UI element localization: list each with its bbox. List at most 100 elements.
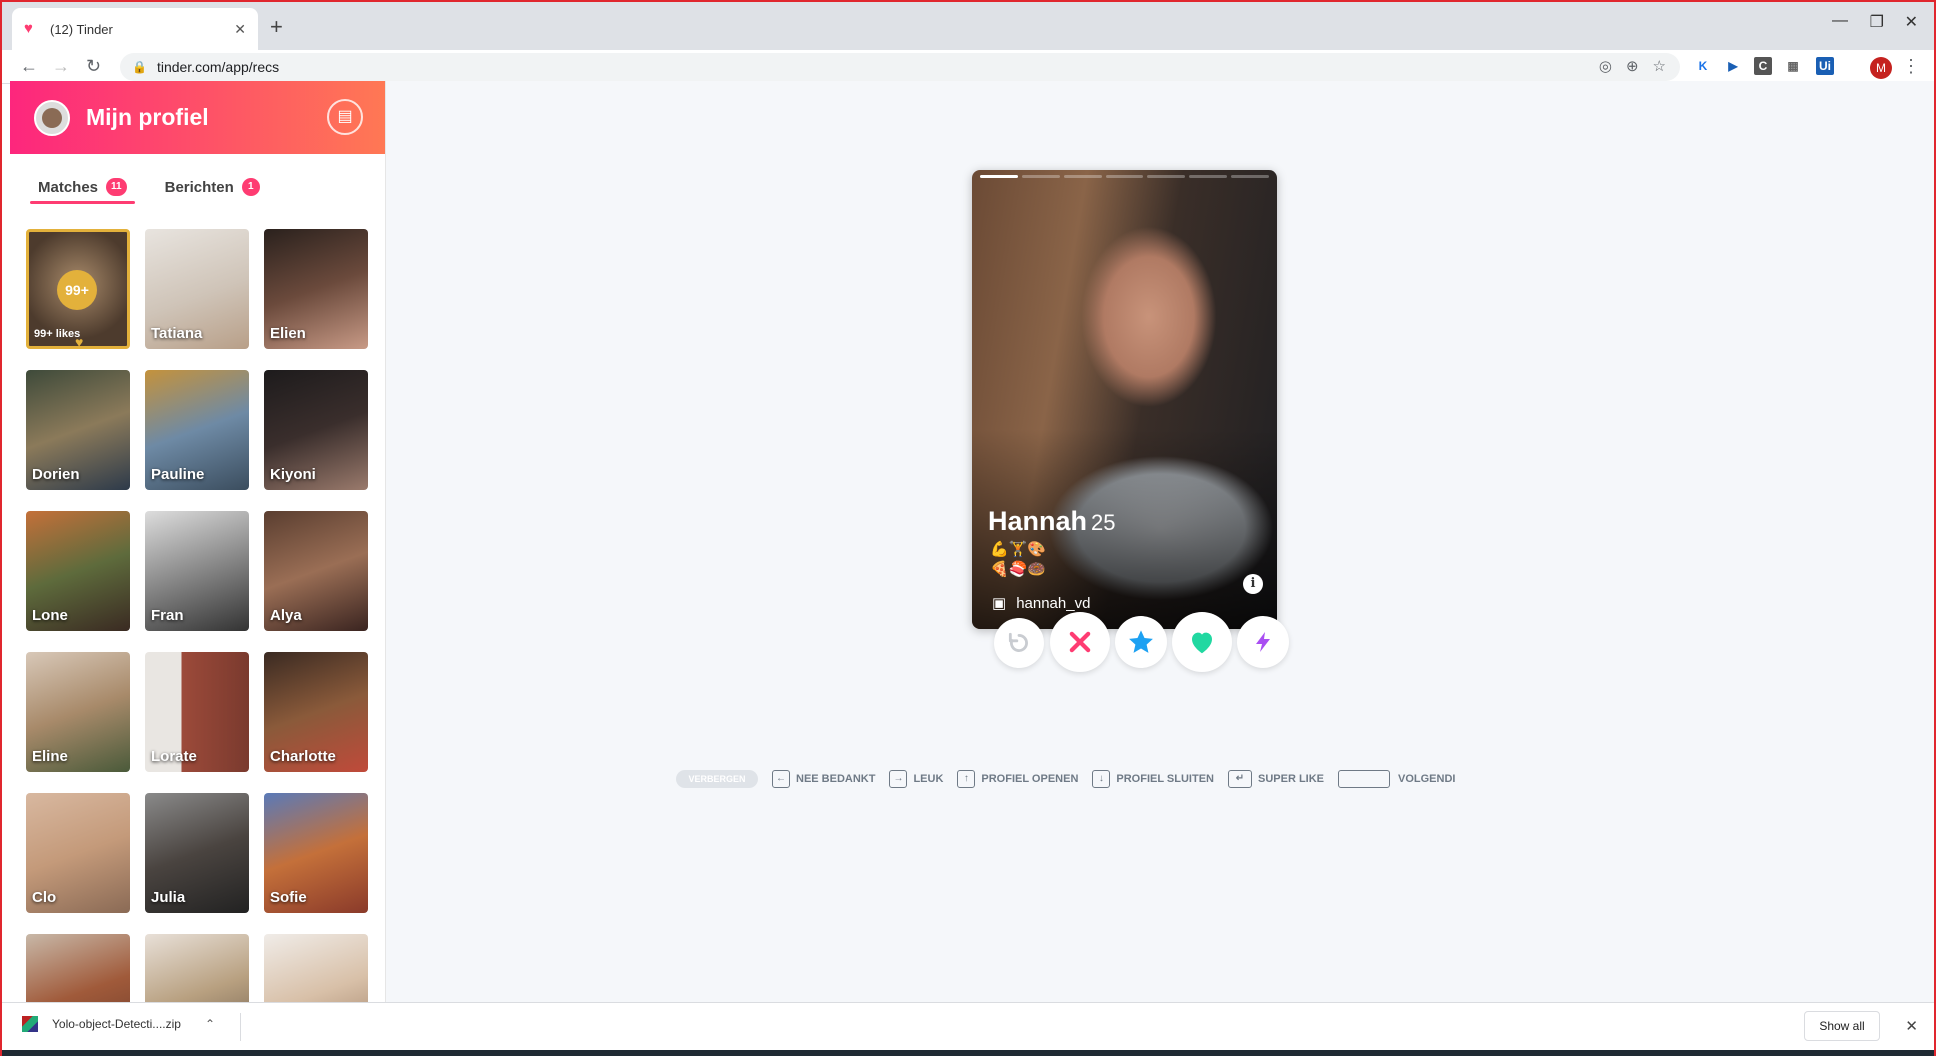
extension-play-icon[interactable]: ▶ bbox=[1724, 57, 1742, 75]
star-icon bbox=[1129, 630, 1153, 653]
tinder-flame-icon: ♥ bbox=[24, 20, 33, 37]
matches-count-badge: 11 bbox=[106, 178, 127, 196]
match-tile[interactable]: Dorien bbox=[26, 370, 130, 490]
tab-strip: ♥ (12) Tinder ✕ + — ❐ ✕ bbox=[2, 2, 1934, 50]
address-bar[interactable]: 🔒 tinder.com/app/recs ◎ ⊕ ☆ bbox=[120, 53, 1680, 81]
extension-k-icon[interactable]: K bbox=[1694, 57, 1712, 75]
match-tile[interactable]: Elien bbox=[264, 229, 368, 349]
back-icon[interactable]: ← bbox=[20, 56, 38, 77]
match-tile[interactable]: Tatiana bbox=[145, 229, 249, 349]
tab-matches[interactable]: Matches 11 bbox=[30, 178, 135, 204]
match-name: Clo bbox=[32, 889, 57, 906]
match-name: Kiyoni bbox=[270, 466, 316, 483]
shortcut-superlike-label: SUPER LIKE bbox=[1257, 773, 1324, 785]
briefcase-icon[interactable]: ▤ bbox=[327, 99, 363, 135]
match-name: Elien bbox=[270, 325, 306, 342]
match-name: Charlotte bbox=[270, 748, 336, 765]
taskbar bbox=[2, 1050, 1934, 1056]
chevron-up-icon[interactable]: ⌃ bbox=[205, 1017, 215, 1031]
hide-shortcuts-button[interactable]: VERBERGEN bbox=[676, 770, 758, 788]
match-tile[interactable]: Pauline bbox=[145, 370, 249, 490]
match-tile[interactable] bbox=[26, 934, 130, 1003]
match-name: Tatiana bbox=[151, 325, 203, 342]
forward-icon[interactable]: → bbox=[52, 56, 70, 77]
menu-kebab-icon[interactable]: ⋮ bbox=[1902, 56, 1920, 77]
match-tile[interactable]: Charlotte bbox=[264, 652, 368, 772]
cross-icon bbox=[1069, 631, 1091, 653]
profile-title: Mijn profiel bbox=[86, 104, 209, 130]
card-emoji-line-2: 🍕🍣🍩 bbox=[990, 561, 1047, 578]
extension-c-icon[interactable]: C bbox=[1754, 57, 1772, 75]
likes-tile[interactable]: 99+ 99+ likes ♥ bbox=[26, 229, 130, 349]
match-tile[interactable]: Sofie bbox=[264, 793, 368, 913]
card-emoji-line-1: 💪🏋🎨 bbox=[990, 541, 1047, 558]
match-tile[interactable]: Lorate bbox=[145, 652, 249, 772]
match-tile[interactable]: Clo bbox=[26, 793, 130, 913]
match-tile[interactable] bbox=[145, 934, 249, 1003]
match-tile[interactable] bbox=[264, 934, 368, 1003]
extension-grid-icon[interactable]: ▦ bbox=[1784, 57, 1802, 75]
my-avatar[interactable] bbox=[34, 99, 70, 136]
archive-file-icon bbox=[22, 1016, 38, 1032]
arrow-left-key-icon: ← bbox=[772, 770, 790, 788]
close-download-bar-icon[interactable]: ✕ bbox=[1905, 1017, 1918, 1035]
tab-title: (12) Tinder bbox=[50, 21, 113, 37]
card-age: 25 bbox=[1091, 510, 1116, 535]
shortcut-nope-label: NEE BEDANKT bbox=[796, 773, 876, 785]
match-tile[interactable]: Kiyoni bbox=[264, 370, 368, 490]
match-tile[interactable]: Fran bbox=[145, 511, 249, 631]
like-button[interactable] bbox=[1172, 612, 1232, 672]
superlike-button[interactable] bbox=[1115, 616, 1167, 668]
download-filename: Yolo-object-Detecti....zip bbox=[52, 1017, 181, 1031]
match-name: Dorien bbox=[32, 466, 80, 483]
match-tile[interactable]: Eline bbox=[26, 652, 130, 772]
card-name: Hannah 25 bbox=[988, 506, 1116, 537]
browser-window: ♥ (12) Tinder ✕ + — ❐ ✕ ← → ↻ 🔒 tinder.c… bbox=[0, 0, 1936, 1056]
close-tab-icon[interactable]: ✕ bbox=[234, 21, 246, 38]
main-area: Hannah 25 💪🏋🎨 🍕🍣🍩 ▣ hannah_vd i VERBERGE… bbox=[386, 81, 1934, 1003]
new-tab-button[interactable]: + bbox=[270, 14, 283, 40]
keyboard-shortcuts: VERBERGEN ← NEE BEDANKT → LEUK ↑ PROFIEL… bbox=[676, 769, 1469, 789]
close-window-icon[interactable]: ✕ bbox=[1905, 12, 1918, 32]
shortcut-like-label: LEUK bbox=[913, 773, 944, 785]
match-name: Pauline bbox=[151, 466, 205, 483]
browser-tab[interactable]: ♥ (12) Tinder ✕ bbox=[12, 8, 258, 50]
lightning-icon bbox=[1256, 632, 1270, 652]
profile-avatar[interactable]: M bbox=[1870, 57, 1892, 79]
space-key-icon bbox=[1338, 770, 1390, 788]
likes-count: 99+ bbox=[57, 270, 97, 310]
sidebar-tabs: Matches 11 Berichten 1 bbox=[10, 154, 385, 204]
match-name: Lorate bbox=[151, 748, 197, 765]
nope-button[interactable] bbox=[1050, 612, 1110, 672]
match-name: Lone bbox=[32, 607, 68, 624]
arrow-down-key-icon: ↓ bbox=[1092, 770, 1111, 788]
tab-messages[interactable]: Berichten 1 bbox=[157, 178, 268, 204]
info-icon[interactable]: i bbox=[1243, 574, 1263, 594]
shortcut-close-label: PROFIEL SLUITEN bbox=[1116, 773, 1214, 785]
enter-key-icon: ↵ bbox=[1227, 770, 1252, 788]
match-name: Fran bbox=[151, 607, 184, 624]
rewind-button[interactable] bbox=[994, 618, 1044, 668]
match-tile[interactable]: Lone bbox=[26, 511, 130, 631]
url-text: tinder.com/app/recs bbox=[156, 59, 280, 75]
profile-header[interactable]: Mijn profiel ▤ bbox=[10, 81, 385, 154]
bookmark-star-icon[interactable]: ☆ bbox=[1653, 57, 1666, 75]
tab-messages-label: Berichten bbox=[164, 178, 234, 196]
match-name: Alya bbox=[270, 607, 302, 624]
match-tile[interactable]: Alya bbox=[264, 511, 368, 631]
location-icon[interactable]: ◎ bbox=[1599, 57, 1612, 75]
boost-button[interactable] bbox=[1237, 616, 1289, 668]
add-icon[interactable]: ⊕ bbox=[1626, 57, 1639, 75]
profile-card[interactable]: Hannah 25 💪🏋🎨 🍕🍣🍩 ▣ hannah_vd i bbox=[972, 170, 1277, 629]
reload-icon[interactable]: ↻ bbox=[86, 56, 101, 77]
match-tile[interactable]: Julia bbox=[145, 793, 249, 913]
minimize-icon[interactable]: — bbox=[1832, 12, 1848, 30]
download-item[interactable]: Yolo-object-Detecti....zip ⌃ bbox=[22, 1016, 215, 1032]
extension-ui-icon[interactable]: Ui bbox=[1816, 57, 1834, 75]
arrow-up-key-icon: ↑ bbox=[957, 770, 976, 788]
restore-icon[interactable]: ❐ bbox=[1870, 12, 1884, 32]
sidebar: Mijn profiel ▤ Matches 11 Berichten 1 99… bbox=[10, 81, 386, 1003]
gold-heart-icon: ♥ bbox=[75, 334, 84, 349]
match-name: Eline bbox=[32, 748, 68, 765]
show-all-button[interactable]: Show all bbox=[1804, 1011, 1880, 1041]
